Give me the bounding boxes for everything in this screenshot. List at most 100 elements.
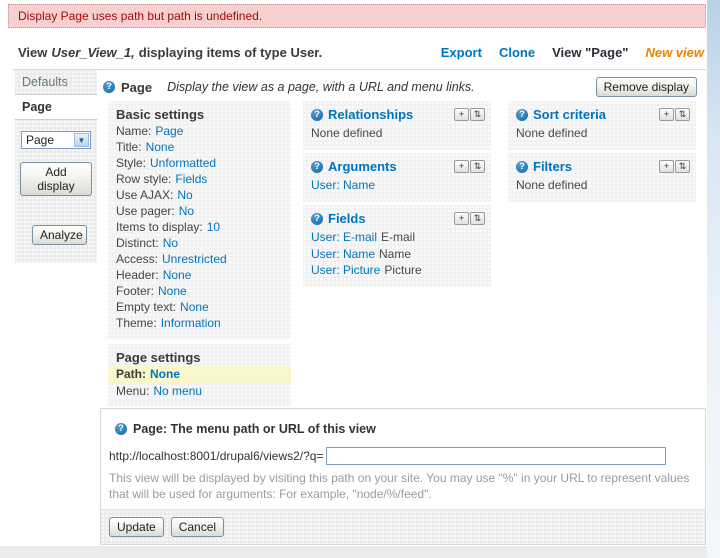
setting-value-link[interactable]: Fields [175, 172, 207, 186]
add-icon[interactable]: + [454, 108, 469, 121]
error-message-text: Display Page uses path but path is undef… [18, 9, 263, 23]
rearrange-icon[interactable]: ⇅ [470, 160, 485, 173]
path-form-title: ? Page: The menu path or URL of this vie… [109, 422, 705, 436]
setting-value-link[interactable]: Information [161, 316, 221, 330]
setting-row: Name: Page [116, 124, 184, 138]
add-icon[interactable]: + [454, 212, 469, 225]
setting-value-link[interactable]: 10 [207, 220, 220, 234]
argument-link[interactable]: User: Name [311, 178, 375, 192]
basic-settings-title: Basic settings [116, 107, 205, 122]
sort-criteria-panel: ? Sort criteria + ⇅ None defined [508, 101, 696, 150]
relationships-title-link[interactable]: Relationships [328, 106, 413, 123]
page-bottom-background [0, 546, 707, 558]
empty-text: None defined [516, 126, 588, 140]
header-links: Export Clone View "Page" New view [441, 45, 704, 60]
page-edge-background [707, 0, 720, 558]
help-icon[interactable]: ? [311, 108, 323, 121]
path-help-text: This view will be displayed by visiting … [109, 471, 690, 501]
add-icon[interactable]: + [659, 160, 674, 173]
path-value-link[interactable]: None [150, 367, 180, 381]
tab-page[interactable]: Page [15, 95, 97, 120]
setting-row: Header: None [116, 268, 192, 282]
rearrange-icon[interactable]: ⇅ [470, 212, 485, 225]
setting-value-link[interactable]: No [179, 204, 194, 218]
page-settings-title: Page settings [116, 350, 201, 365]
url-prefix: http://localhost:8001/drupal6/views2/?q= [109, 449, 324, 463]
field-link[interactable]: User: Picture [311, 263, 380, 277]
export-link[interactable]: Export [441, 45, 482, 60]
setting-row: Items to display: 10 [116, 220, 221, 234]
setting-value-link[interactable]: None [180, 300, 209, 314]
path-configuration-form: ? Page: The menu path or URL of this vie… [100, 408, 706, 545]
field-link[interactable]: User: E-mail [311, 230, 377, 244]
empty-text: None defined [516, 178, 588, 192]
setting-row: Empty text: None [116, 300, 209, 314]
rearrange-icon[interactable]: ⇅ [675, 160, 690, 173]
rearrange-icon[interactable]: ⇅ [470, 108, 485, 121]
help-icon[interactable]: ? [311, 160, 323, 173]
path-setting-row: Path: None [108, 366, 291, 383]
tab-defaults[interactable]: Defaults [15, 70, 97, 95]
add-icon[interactable]: + [454, 160, 469, 173]
form-actions: Update Cancel [101, 509, 705, 544]
setting-row: Footer: None [116, 284, 187, 298]
menu-value-link[interactable]: No menu [153, 384, 202, 398]
setting-row: Distinct: No [116, 236, 179, 250]
setting-value-link[interactable]: No [177, 188, 192, 202]
setting-row: Style: Unformatted [116, 156, 217, 170]
field-item: User: E-mail E-mail [311, 230, 416, 244]
clone-link[interactable]: Clone [499, 45, 535, 60]
setting-value-link[interactable]: No [163, 236, 178, 250]
analyze-button[interactable]: Analyze [32, 225, 87, 245]
filters-title-link[interactable]: Filters [533, 158, 572, 175]
field-item: User: Picture Picture [311, 263, 422, 277]
filters-panel: ? Filters + ⇅ None defined [508, 153, 696, 202]
url-row: http://localhost:8001/drupal6/views2/?q= [109, 447, 705, 465]
setting-row: Access: Unrestricted [116, 252, 227, 266]
setting-value-link[interactable]: None [158, 284, 187, 298]
arguments-title-link[interactable]: Arguments [328, 158, 397, 175]
basic-settings-panel: Basic settings Name: Page Title: None Styl… [108, 101, 291, 339]
fields-panel: ? Fields + ⇅ User: E-mail E-mail User: Na… [303, 205, 491, 287]
setting-value-link[interactable]: Page [155, 124, 183, 138]
view-page-link[interactable]: View "Page" [552, 45, 628, 60]
remove-display-button[interactable]: Remove display [595, 77, 697, 97]
path-input[interactable] [326, 447, 667, 465]
setting-value-link[interactable]: None [163, 268, 192, 282]
setting-value-link[interactable]: Unrestricted [162, 252, 227, 266]
help-icon[interactable]: ? [311, 212, 323, 225]
display-tabs-sidebar: Defaults Page Page ▼ Add display Analyze [15, 70, 97, 263]
view-name: User_View_1, [51, 44, 135, 60]
help-icon[interactable]: ? [516, 108, 528, 121]
relationships-panel: ? Relationships + ⇅ None defined [303, 101, 491, 150]
sidebar-controls: Page ▼ Add display Analyze [15, 120, 97, 263]
empty-text: None defined [311, 126, 383, 140]
view-title: View User_View_1, displaying items of type… [18, 44, 323, 60]
new-view-link[interactable]: New view [645, 45, 704, 60]
error-message: Display Page uses path but path is undef… [8, 4, 706, 28]
setting-row: Title: None [116, 140, 175, 154]
setting-value-link[interactable]: None [146, 140, 175, 154]
setting-value-link[interactable]: Unformatted [150, 156, 216, 170]
add-display-button[interactable]: Add display [20, 162, 92, 196]
rearrange-icon[interactable]: ⇅ [675, 108, 690, 121]
field-item: User: Name Name [311, 246, 412, 261]
display-title-row: ? Page Display the view as a page, with … [103, 76, 706, 98]
help-icon[interactable]: ? [103, 81, 115, 93]
fields-title-link[interactable]: Fields [328, 210, 366, 227]
cancel-button[interactable]: Cancel [170, 517, 225, 537]
arguments-panel: ? Arguments + ⇅ User: Name [303, 153, 491, 202]
update-button[interactable]: Update [109, 517, 164, 537]
page-settings-panel: Page settings Path: None Menu: No menu [108, 344, 291, 407]
add-icon[interactable]: + [659, 108, 674, 121]
setting-row: Row style: Fields [116, 172, 208, 186]
sort-criteria-title-link[interactable]: Sort criteria [533, 106, 606, 123]
setting-row: Use pager: No [116, 204, 195, 218]
display-type-select[interactable]: Page ▼ [21, 131, 91, 149]
field-link[interactable]: User: Name [311, 247, 375, 261]
help-icon[interactable]: ? [516, 160, 528, 173]
help-icon[interactable]: ? [115, 423, 127, 435]
display-description: Display the view as a page, with a URL a… [167, 80, 475, 94]
divider [12, 69, 706, 70]
setting-row: Use AJAX: No [116, 188, 193, 202]
